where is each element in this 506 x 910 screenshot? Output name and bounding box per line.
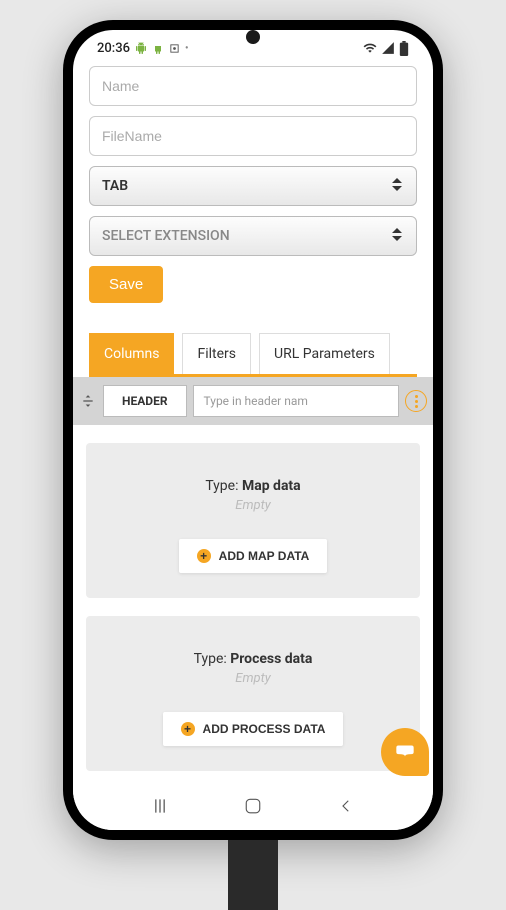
sort-icon bbox=[392, 178, 404, 194]
extension-select-value: SELECT EXTENSION bbox=[102, 228, 230, 244]
extension-select[interactable]: SELECT EXTENSION bbox=[89, 216, 417, 256]
process-data-section: Type: Process data Empty + ADD PROCESS D… bbox=[86, 616, 420, 771]
plus-icon: + bbox=[197, 549, 211, 563]
front-camera bbox=[246, 30, 260, 44]
status-dot: • bbox=[185, 43, 189, 54]
tab-columns[interactable]: Columns bbox=[89, 333, 174, 374]
tab-url-parameters[interactable]: URL Parameters bbox=[259, 333, 390, 374]
chat-icon bbox=[392, 739, 418, 765]
menu-dots-icon[interactable] bbox=[405, 390, 427, 412]
sort-icon bbox=[392, 228, 404, 244]
screen: 20:36 • TAB SELECT EXTENSION bbox=[73, 30, 433, 830]
android-nav-bar bbox=[73, 782, 433, 830]
screenshot-icon bbox=[169, 43, 180, 54]
android-icon-2 bbox=[152, 42, 164, 54]
tab-filters[interactable]: Filters bbox=[182, 333, 251, 374]
battery-icon bbox=[399, 41, 409, 56]
drag-handle-icon[interactable] bbox=[79, 392, 97, 410]
add-map-data-button[interactable]: + ADD MAP DATA bbox=[179, 539, 328, 573]
main-content: TAB SELECT EXTENSION Save Columns Filter… bbox=[73, 66, 433, 782]
recents-button[interactable] bbox=[148, 794, 172, 818]
home-button[interactable] bbox=[241, 794, 265, 818]
wifi-icon bbox=[363, 41, 377, 55]
map-type-label: Type: Map data bbox=[106, 478, 400, 494]
filename-input[interactable] bbox=[89, 116, 417, 156]
plus-icon: + bbox=[181, 722, 195, 736]
tabs: Columns Filters URL Parameters bbox=[89, 333, 417, 377]
android-icon bbox=[135, 42, 147, 54]
add-process-data-button[interactable]: + ADD PROCESS DATA bbox=[163, 712, 344, 746]
tab-select[interactable]: TAB bbox=[89, 166, 417, 206]
phone-frame: 20:36 • TAB SELECT EXTENSION bbox=[63, 20, 443, 840]
save-button[interactable]: Save bbox=[89, 266, 163, 303]
back-button[interactable] bbox=[334, 794, 358, 818]
header-name-input[interactable]: Type in header nam bbox=[193, 385, 399, 417]
signal-icon bbox=[381, 41, 395, 55]
process-type-label: Type: Process data bbox=[106, 651, 400, 667]
map-empty-text: Empty bbox=[106, 498, 400, 513]
name-input[interactable] bbox=[89, 66, 417, 106]
map-data-section: Type: Map data Empty + ADD MAP DATA bbox=[86, 443, 420, 598]
tab-select-value: TAB bbox=[102, 178, 128, 194]
process-empty-text: Empty bbox=[106, 671, 400, 686]
header-row: HEADER Type in header nam bbox=[73, 377, 433, 425]
chat-bubble-button[interactable] bbox=[381, 728, 429, 776]
status-time: 20:36 bbox=[97, 41, 130, 56]
header-label-button[interactable]: HEADER bbox=[103, 385, 187, 417]
